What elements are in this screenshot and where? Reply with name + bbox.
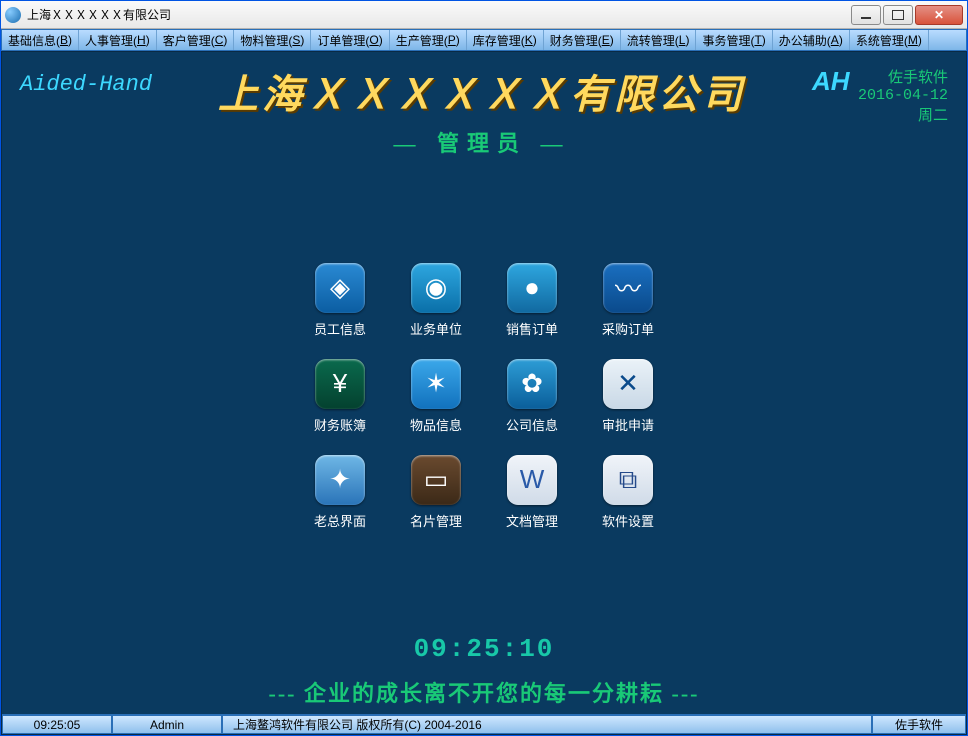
- slogan: --- 企业的成长离不开您的每一分耕耘 ---: [2, 676, 966, 714]
- menu-h[interactable]: 人事管理(H): [79, 30, 157, 50]
- card-manage-label: 名片管理: [410, 511, 462, 530]
- approval-icon: ✕: [603, 359, 653, 409]
- tile-doc-manage[interactable]: W 文档管理: [484, 444, 580, 540]
- menu-o[interactable]: 订单管理(O): [311, 30, 389, 50]
- menubar: 基础信息(B)人事管理(H)客户管理(C)物料管理(S)订单管理(O)生产管理(…: [1, 29, 967, 51]
- menu-m[interactable]: 系统管理(M): [850, 30, 929, 50]
- purchase-order-icon: 〰: [603, 263, 653, 313]
- menu-p[interactable]: 生产管理(P): [390, 30, 467, 50]
- tile-boss-view[interactable]: ✦ 老总界面: [292, 444, 388, 540]
- goods-info-label: 物品信息: [410, 415, 462, 434]
- status-brand: 佐手软件: [872, 715, 966, 734]
- menu-a[interactable]: 办公辅助(A): [773, 30, 850, 50]
- doc-manage-label: 文档管理: [506, 511, 558, 530]
- window-title: 上海ＸＸＸＸＸＸ有限公司: [27, 6, 851, 23]
- company-info-label: 公司信息: [506, 415, 558, 434]
- menu-t[interactable]: 事务管理(T): [696, 30, 772, 50]
- tile-goods-info[interactable]: ✶ 物品信息: [388, 348, 484, 444]
- status-time: 09:25:05: [2, 715, 112, 734]
- menu-b[interactable]: 基础信息(B): [2, 30, 79, 50]
- finance-ledger-icon: ¥: [315, 359, 365, 409]
- software-setting-icon: ⧉: [603, 455, 653, 505]
- date-label: 2016-04-12: [858, 87, 948, 104]
- boss-view-label: 老总界面: [314, 511, 366, 530]
- menu-e[interactable]: 财务管理(E): [544, 30, 621, 50]
- client-area: Aided-Hand 上海ＸＸＸＸＸＸ有限公司 — 管理员 — AH 佐手软件 …: [1, 51, 967, 735]
- tile-grid: ◈ 员工信息 ◉ 业务单位 ● 销售订单 〰采购订单 ¥ 财务账簿 ✶ 物品信息 ✿ 公司信息 ✕ 审批申请…: [292, 252, 676, 540]
- banner-left-text: Aided-Hand: [20, 72, 152, 97]
- tile-software-setting[interactable]: ⧉ 软件设置: [580, 444, 676, 540]
- approval-label: 审批申请: [602, 415, 654, 434]
- tile-card-manage[interactable]: ▭ 名片管理: [388, 444, 484, 540]
- purchase-order-label: 采购订单: [602, 319, 654, 338]
- software-setting-label: 软件设置: [602, 511, 654, 530]
- business-unit-icon: ◉: [411, 263, 461, 313]
- menu-l[interactable]: 流转管理(L): [621, 30, 697, 50]
- app-window: 上海ＸＸＸＸＸＸ有限公司 基础信息(B)人事管理(H)客户管理(C)物料管理(S…: [0, 0, 968, 736]
- company-info-icon: ✿: [507, 359, 557, 409]
- tile-grid-wrap: ◈ 员工信息 ◉ 业务单位 ● 销售订单 〰采购订单 ¥ 财务账簿 ✶ 物品信息 ✿ 公司信息 ✕ 审批申请…: [2, 158, 966, 634]
- minimize-button[interactable]: [851, 5, 881, 25]
- app-icon: [5, 7, 21, 23]
- tile-approval[interactable]: ✕ 审批申请: [580, 348, 676, 444]
- employee-info-label: 员工信息: [314, 319, 366, 338]
- clock: 09:25:10: [2, 634, 966, 664]
- menu-s[interactable]: 物料管理(S): [234, 30, 311, 50]
- tile-employee-info[interactable]: ◈ 员工信息: [292, 252, 388, 348]
- banner: Aided-Hand 上海ＸＸＸＸＸＸ有限公司 — 管理员 — AH 佐手软件 …: [2, 52, 966, 158]
- titlebar[interactable]: 上海ＸＸＸＸＸＸ有限公司: [1, 1, 967, 29]
- tile-sales-order[interactable]: ● 销售订单: [484, 252, 580, 348]
- company-name: 上海ＸＸＸＸＸＸ有限公司: [152, 62, 812, 120]
- status-user: Admin: [112, 715, 222, 734]
- status-copyright: 上海鳌鸿软件有限公司 版权所有(C) 2004-2016: [222, 715, 872, 734]
- close-button[interactable]: [915, 5, 963, 25]
- tile-business-unit[interactable]: ◉ 业务单位: [388, 252, 484, 348]
- menu-c[interactable]: 客户管理(C): [157, 30, 235, 50]
- tile-purchase-order[interactable]: 〰采购订单: [580, 252, 676, 348]
- statusbar: 09:25:05 Admin 上海鳌鸿软件有限公司 版权所有(C) 2004-2…: [2, 714, 966, 734]
- ah-logo: AH: [812, 66, 850, 97]
- role-label: — 管理员 —: [152, 126, 812, 158]
- sales-order-icon: ●: [507, 263, 557, 313]
- doc-manage-icon: W: [507, 455, 557, 505]
- tile-finance-ledger[interactable]: ¥ 财务账簿: [292, 348, 388, 444]
- sales-order-label: 销售订单: [506, 319, 558, 338]
- card-manage-icon: ▭: [411, 455, 461, 505]
- goods-info-icon: ✶: [411, 359, 461, 409]
- banner-right: AH 佐手软件 2016-04-12 周二: [812, 66, 948, 125]
- tile-company-info[interactable]: ✿ 公司信息: [484, 348, 580, 444]
- employee-info-icon: ◈: [315, 263, 365, 313]
- menu-k[interactable]: 库存管理(K): [467, 30, 544, 50]
- brand-small: 佐手软件: [858, 66, 948, 87]
- finance-ledger-label: 财务账簿: [314, 415, 366, 434]
- weekday-label: 周二: [858, 104, 948, 125]
- maximize-button[interactable]: [883, 5, 913, 25]
- business-unit-label: 业务单位: [410, 319, 462, 338]
- boss-view-icon: ✦: [315, 455, 365, 505]
